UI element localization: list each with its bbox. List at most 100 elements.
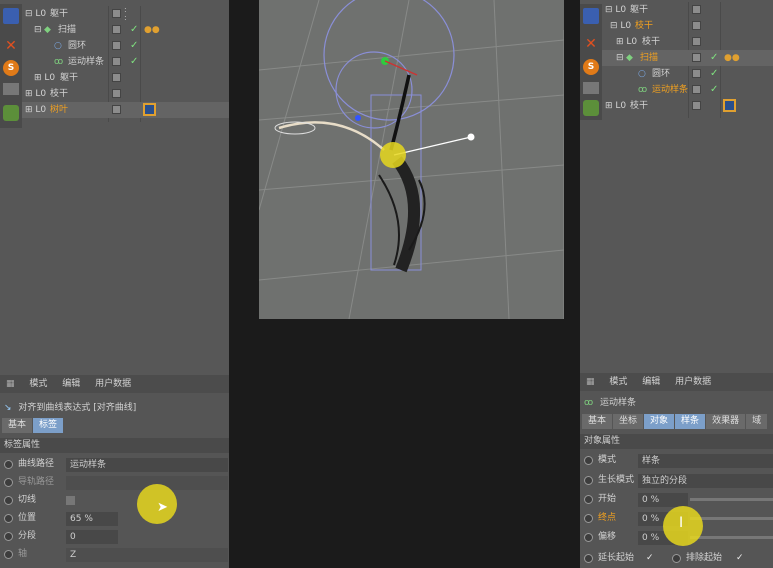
visibility-icon[interactable]	[692, 21, 701, 30]
align-tag-icon: ↘	[4, 403, 12, 413]
visibility-icon[interactable]	[692, 53, 701, 62]
menu-edit[interactable]: 编辑	[642, 377, 660, 387]
tree-row[interactable]: ⊞ L0 枝干	[22, 86, 229, 102]
visibility-icon[interactable]	[112, 57, 121, 66]
anim-radio-icon[interactable]	[4, 532, 13, 541]
extend-start-check-icon[interactable]: ✓	[646, 550, 654, 567]
anim-radio-icon[interactable]	[4, 460, 13, 469]
tree-row[interactable]: ⊟ ◆ 扫描 ✓ ●●	[602, 50, 773, 66]
anim-radio-icon[interactable]	[584, 456, 593, 465]
tab-coord[interactable]: 坐标	[613, 414, 644, 429]
tree-row[interactable]: ⊞ L0 躯干	[22, 70, 229, 86]
tree-row[interactable]: ⊟ L0 枝干	[602, 18, 773, 34]
tree-row[interactable]: ⊞ L0 树叶	[22, 102, 229, 118]
anim-radio-icon[interactable]	[4, 478, 13, 487]
tab-basic[interactable]: 基本	[582, 414, 613, 429]
segment-field[interactable]: 0	[66, 530, 118, 544]
render-dots-icon[interactable]: ::	[124, 6, 127, 22]
visibility-icon[interactable]	[112, 9, 121, 18]
leaf-tool-icon[interactable]	[3, 105, 19, 121]
text-cursor-icon: I	[679, 515, 684, 531]
leaf-tool-icon[interactable]	[583, 100, 599, 116]
anim-radio-icon[interactable]	[4, 496, 13, 505]
visibility-icon[interactable]	[692, 37, 701, 46]
position-field[interactable]: 65 %	[66, 512, 118, 526]
snap-tool-icon[interactable]: S	[3, 60, 19, 76]
menu-grid-icon[interactable]: ▦	[6, 379, 15, 389]
tree-row[interactable]: ⊞ L0 枝干	[602, 34, 773, 50]
tab-spline[interactable]: 样条	[675, 414, 706, 429]
visibility-icon[interactable]	[692, 101, 701, 110]
tab-object[interactable]: 对象	[644, 414, 675, 429]
mode-dropdown[interactable]: 样条	[638, 454, 773, 468]
anim-radio-icon[interactable]	[584, 476, 593, 485]
axis-tool-icon[interactable]: ✕	[3, 38, 19, 54]
tree-row[interactable]: ꝏ 运动样条 ✓	[602, 82, 773, 98]
anim-radio-icon[interactable]	[4, 514, 13, 523]
visibility-icon[interactable]	[692, 85, 701, 94]
axis-tool-icon[interactable]: ✕	[583, 36, 599, 52]
tag-icon[interactable]: ●●	[724, 50, 740, 66]
align-to-spline-tag-icon[interactable]	[143, 103, 156, 116]
menu-grid-icon[interactable]: ▦	[586, 377, 595, 387]
tag-icon[interactable]: ●●	[144, 22, 160, 38]
anim-radio-icon[interactable]	[584, 533, 593, 542]
grid-tool-icon[interactable]	[3, 83, 19, 95]
move-tool-icon[interactable]	[583, 8, 599, 24]
start-slider[interactable]	[690, 498, 773, 501]
enabled-check-icon[interactable]: ✓	[710, 50, 718, 66]
visibility-icon[interactable]	[112, 105, 121, 114]
tree-row[interactable]: ⊟ L0 躯干	[602, 2, 773, 18]
tab-tag[interactable]: 标签	[33, 418, 64, 433]
tree-row[interactable]: ꝏ 运动样条 ✓	[22, 54, 229, 70]
enabled-check-icon[interactable]: ✓	[130, 38, 138, 54]
snap-tool-icon[interactable]: S	[583, 59, 599, 75]
anim-radio-icon[interactable]	[4, 550, 13, 559]
attr-title: ↘ 对齐到曲线表达式 [对齐曲线]	[4, 403, 137, 413]
anim-radio-icon[interactable]	[584, 495, 593, 504]
tree-row[interactable]: ⊟ L0 躯干 ::	[22, 6, 229, 22]
tree-row[interactable]: ○ 圆环 ✓	[22, 38, 229, 54]
align-to-spline-tag-icon[interactable]	[723, 99, 736, 112]
growth-mode-dropdown[interactable]: 独立的分段	[638, 474, 773, 488]
menu-mode[interactable]: 模式	[29, 379, 47, 389]
enabled-check-icon[interactable]: ✓	[130, 22, 138, 38]
visibility-icon[interactable]	[692, 69, 701, 78]
motion-spline-icon: ꝏ	[638, 85, 648, 95]
move-tool-icon[interactable]	[3, 8, 19, 24]
attr-tabs: 基本 标签	[2, 418, 64, 433]
tree-row[interactable]: ⊟ ◆ 扫描 ✓ ●●	[22, 22, 229, 38]
menu-edit[interactable]: 编辑	[62, 379, 80, 389]
viewport-3d[interactable]	[259, 0, 564, 319]
anim-radio-icon[interactable]	[584, 514, 593, 523]
visibility-icon[interactable]	[112, 41, 121, 50]
section-title: 标签属性	[0, 438, 229, 453]
curve-path-field[interactable]: 运动样条	[66, 458, 228, 472]
axis-field[interactable]: Z	[66, 548, 228, 562]
visibility-icon[interactable]	[112, 89, 121, 98]
menu-mode[interactable]: 模式	[609, 377, 627, 387]
visibility-icon[interactable]	[692, 5, 701, 14]
tab-basic[interactable]: 基本	[2, 418, 33, 433]
anim-radio-icon[interactable]	[584, 554, 593, 563]
visibility-icon[interactable]	[112, 25, 121, 34]
end-slider[interactable]	[690, 517, 773, 520]
tangent-checkbox[interactable]	[66, 496, 75, 505]
enabled-check-icon[interactable]: ✓	[130, 54, 138, 70]
grid-tool-icon[interactable]	[583, 82, 599, 94]
menu-user-data[interactable]: 用户数据	[675, 377, 711, 387]
start-field[interactable]: 0 %	[638, 493, 688, 507]
enabled-check-icon[interactable]: ✓	[710, 82, 718, 98]
exclude-start-check-icon[interactable]: ✓	[736, 550, 744, 567]
tab-field[interactable]: 域	[746, 414, 768, 429]
mouse-pointer-icon: ➤	[157, 500, 168, 515]
visibility-icon[interactable]	[112, 73, 121, 82]
offset-slider[interactable]	[690, 536, 773, 539]
enabled-check-icon[interactable]: ✓	[710, 66, 718, 82]
tab-effector[interactable]: 效果器	[706, 414, 746, 429]
menu-user-data[interactable]: 用户数据	[95, 379, 131, 389]
tree-row[interactable]: ○ 圆环 ✓	[602, 66, 773, 82]
anim-radio-icon[interactable]	[672, 554, 681, 563]
attr-tabs: 基本 坐标 对象 样条 效果器域	[582, 414, 768, 429]
tree-row[interactable]: ⊞ L0 枝干	[602, 98, 773, 114]
